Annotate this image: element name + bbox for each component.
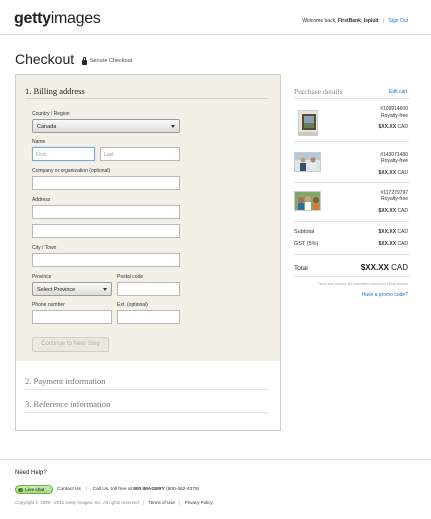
thumbnail-image-icon <box>295 192 320 210</box>
address-line2-input[interactable] <box>32 224 180 238</box>
item-rule-2 <box>294 182 409 183</box>
footer-contact: Contact Us | Call Us, toll free at 800 I… <box>57 487 199 492</box>
payment-step-title[interactable]: 2. Payment information <box>25 376 106 386</box>
subtotal-rule <box>294 254 409 255</box>
gst-value: $XX.XX CAD <box>378 241 408 247</box>
reference-step-title[interactable]: 3. Reference information <box>25 399 110 409</box>
first-name-input[interactable]: First <box>32 147 95 161</box>
country-label: Country / Region <box>32 111 70 117</box>
item-type-3: Royalty-free <box>381 196 408 202</box>
company-input[interactable] <box>32 176 180 190</box>
address-label: Address <box>32 197 51 203</box>
ext-label: Ext. (optional) <box>117 302 148 308</box>
total-value: $XX.XX CAD <box>360 263 408 272</box>
copyright-text: Copyright © 1999 - 2012 Getty Images, In… <box>15 500 139 505</box>
province-value: Select Province <box>37 287 76 293</box>
continue-button[interactable]: Continue to Next Step <box>32 337 109 352</box>
purchase-title-rule <box>294 98 409 99</box>
item-price-1: $XX.XX CAD <box>378 124 408 130</box>
need-help-heading: Need Help? <box>15 470 47 476</box>
privacy-link[interactable]: Privacy Policy <box>185 500 213 505</box>
welcome-text: Welcome back, <box>302 18 337 24</box>
welcome-bar: Welcome back, FirstBank_Ispluit | Sign O… <box>302 18 408 24</box>
contact-us-link[interactable]: Contact Us <box>57 487 81 492</box>
page-title: Checkout <box>15 51 75 67</box>
live-chat-label: Live chat <box>25 487 45 492</box>
billing-title: 1. Billing address <box>25 86 85 96</box>
item-thumbnail-2[interactable] <box>294 152 321 172</box>
item-thumbnail-1[interactable] <box>298 110 318 136</box>
username: FirstBank_Ispluit <box>337 18 379 24</box>
live-chat-button[interactable]: Live chat <box>15 485 53 494</box>
subtotal-label: Subtotal <box>294 229 315 235</box>
name-label: Name <box>32 139 46 145</box>
phone-label: Phone number <box>32 302 65 308</box>
copyright-bar: Copyright © 1999 - 2012 Getty Images, In… <box>15 500 213 505</box>
lock-icon <box>82 56 87 65</box>
purchase-details-title: Purchase details <box>294 87 343 96</box>
thumbnail-image-icon <box>299 111 317 135</box>
gst-label: GST (5%) <box>294 241 319 247</box>
chevron-down-icon <box>171 125 175 128</box>
chevron-down-icon <box>103 288 107 291</box>
item-type-1: Royalty-free <box>381 113 408 119</box>
city-input[interactable] <box>32 253 180 267</box>
item-price-2: $XX.XX CAD <box>378 170 408 176</box>
toll-free-alt: (800-462-4379) <box>166 487 200 492</box>
promo-code-link[interactable]: Have a promo code? <box>362 292 408 298</box>
item-thumbnail-3[interactable] <box>294 191 321 211</box>
item-rule-1 <box>294 141 409 142</box>
subtotal-value: $XX.XX CAD <box>378 229 408 235</box>
chat-bubble-icon <box>18 487 23 492</box>
item-rule-3 <box>294 221 409 222</box>
toll-free-label: Call Us, toll free at <box>92 487 132 492</box>
toll-free-number: 800 IMAGERY <box>133 487 165 492</box>
separator: | <box>179 500 181 505</box>
item-price-3: $XX.XX CAD <box>378 208 408 214</box>
thumbnail-image-icon <box>295 153 320 171</box>
company-label: Company or organization (optional) <box>32 168 111 174</box>
terms-link[interactable]: Terms of Use <box>149 500 176 505</box>
sign-out-link[interactable]: Sign Out <box>389 18 408 24</box>
getty-images-logo[interactable]: gettyimages <box>14 10 101 28</box>
item-id-1: #109914600 <box>380 106 408 112</box>
last-name-input[interactable]: Last <box>100 147 180 161</box>
total-rule <box>294 276 409 277</box>
country-select[interactable]: Canada <box>32 119 180 133</box>
address-line1-input[interactable] <box>32 205 180 219</box>
header-divider <box>0 34 431 35</box>
footer-divider <box>0 459 431 460</box>
secure-checkout-label: Secure Checkout <box>90 58 133 64</box>
payment-step-rule <box>25 389 268 390</box>
province-select[interactable]: Select Province <box>32 282 112 296</box>
tax-fine-print: Taxes and currency are determined using … <box>318 282 408 286</box>
secure-checkout: Secure Checkout <box>82 56 133 65</box>
edit-cart-link[interactable]: Edit cart <box>389 89 407 95</box>
separator: | <box>143 500 145 505</box>
total-label: Total <box>294 265 308 272</box>
country-value: Canada <box>37 124 57 130</box>
province-label: Province <box>32 274 52 280</box>
phone-input[interactable] <box>32 310 112 324</box>
reference-step-rule <box>25 412 268 413</box>
separator: | <box>86 487 88 492</box>
separator: | <box>382 18 385 24</box>
ext-input[interactable] <box>117 310 180 324</box>
item-type-2: Royalty-free <box>381 158 408 164</box>
postal-label: Postal code <box>117 274 144 280</box>
postal-input[interactable] <box>117 282 180 296</box>
city-label: City / Town <box>32 245 57 251</box>
billing-title-rule <box>25 98 268 99</box>
